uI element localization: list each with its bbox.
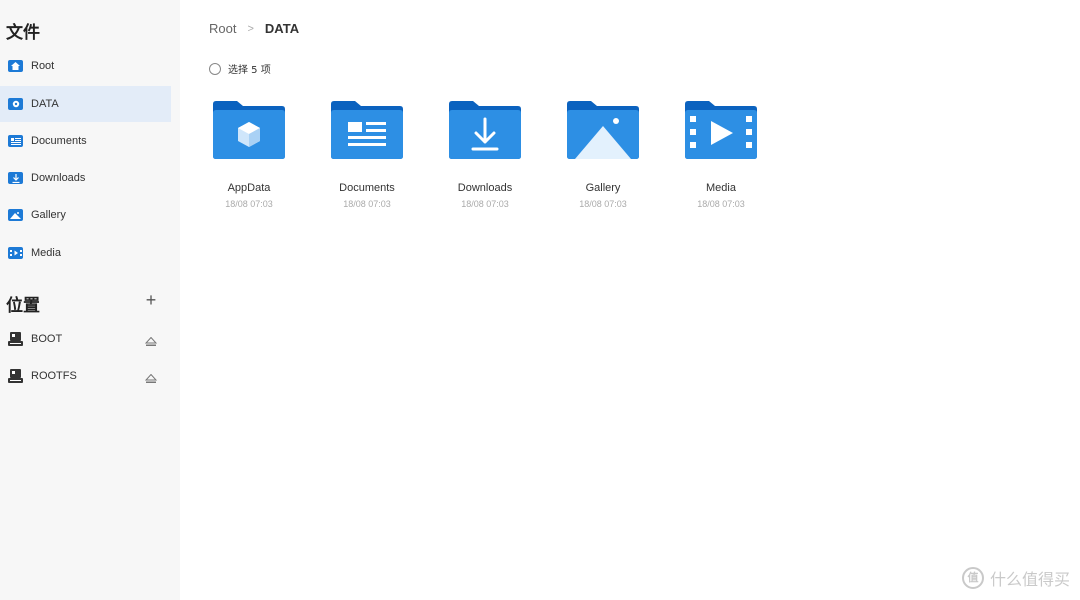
downloads-folder-icon xyxy=(449,101,521,159)
sidebar-item-downloads[interactable]: Downloads xyxy=(0,160,171,196)
sidebar-item-gallery[interactable]: Gallery xyxy=(0,197,171,233)
eject-icon[interactable] xyxy=(144,334,158,346)
folder-date: 18/08 07:03 xyxy=(225,199,273,209)
sidebar-item-root[interactable]: Root xyxy=(0,48,171,84)
folder-name: Gallery xyxy=(585,182,621,194)
folder-name: AppData xyxy=(227,182,271,194)
folder-media[interactable]: Media 18/08 07:03 xyxy=(671,100,771,215)
breadcrumb-separator: > xyxy=(247,22,254,35)
drive-icon xyxy=(8,332,23,346)
watermark-text: 什么值得买 xyxy=(989,570,1070,589)
watermark: 值 什么值得买 xyxy=(961,566,1070,590)
files-section-title: 文件 xyxy=(6,23,40,43)
select-all[interactable]: 选择 5 项 xyxy=(209,61,271,76)
add-location-button[interactable]: + xyxy=(143,291,159,309)
sidebar-item-label: Media xyxy=(31,247,61,259)
breadcrumb-root[interactable]: Root xyxy=(209,21,236,36)
locations-section-title: 位置 xyxy=(6,296,40,316)
sidebar-item-media[interactable]: Media xyxy=(0,235,171,271)
sidebar-item-label: Gallery xyxy=(31,209,66,221)
sidebar-item-label: Downloads xyxy=(31,172,86,184)
select-all-label: 选择 5 项 xyxy=(228,65,271,76)
downloads-icon xyxy=(8,172,23,184)
folder-documents[interactable]: Documents 18/08 07:03 xyxy=(317,100,417,215)
select-all-radio[interactable] xyxy=(209,62,221,75)
drive-icon xyxy=(8,369,23,383)
breadcrumb: Root > DATA xyxy=(209,21,299,36)
media-folder-icon xyxy=(685,101,757,159)
documents-icon xyxy=(8,135,23,147)
data-icon xyxy=(8,98,23,110)
folder-date: 18/08 07:03 xyxy=(697,199,745,209)
appdata-folder-icon xyxy=(213,101,285,159)
sidebar-item-label: ROOTFS xyxy=(31,370,77,382)
eject-icon[interactable] xyxy=(144,371,158,383)
gallery-folder-icon xyxy=(567,101,639,159)
gallery-icon xyxy=(8,209,23,221)
media-icon xyxy=(8,247,23,259)
folder-name: Media xyxy=(706,182,736,194)
sidebar-item-label: BOOT xyxy=(31,333,63,345)
sidebar-item-label: Documents xyxy=(31,135,87,147)
folder-appdata[interactable]: AppData 18/08 07:03 xyxy=(199,100,299,215)
folder-downloads[interactable]: Downloads 18/08 07:03 xyxy=(435,100,535,215)
sidebar-item-rootfs[interactable]: ROOTFS xyxy=(0,358,171,394)
breadcrumb-current: DATA xyxy=(264,21,300,36)
folder-date: 18/08 07:03 xyxy=(343,199,391,209)
folder-date: 18/08 07:03 xyxy=(579,199,627,209)
folder-name: Documents xyxy=(339,182,395,194)
sidebar: 文件 Root DATA Documents Downloads Gallery xyxy=(0,0,180,600)
sidebar-item-label: Root xyxy=(31,60,55,72)
folder-gallery[interactable]: Gallery 18/08 07:03 xyxy=(553,100,653,215)
documents-folder-icon xyxy=(331,101,403,159)
sidebar-item-boot[interactable]: BOOT xyxy=(0,321,171,357)
folder-name: Downloads xyxy=(457,182,513,194)
sidebar-item-label: DATA xyxy=(31,98,59,110)
home-icon xyxy=(8,60,23,72)
folder-date: 18/08 07:03 xyxy=(461,199,509,209)
sidebar-item-data[interactable]: DATA xyxy=(0,86,171,122)
watermark-logo: 值 xyxy=(961,567,984,589)
sidebar-item-documents[interactable]: Documents xyxy=(0,123,171,159)
